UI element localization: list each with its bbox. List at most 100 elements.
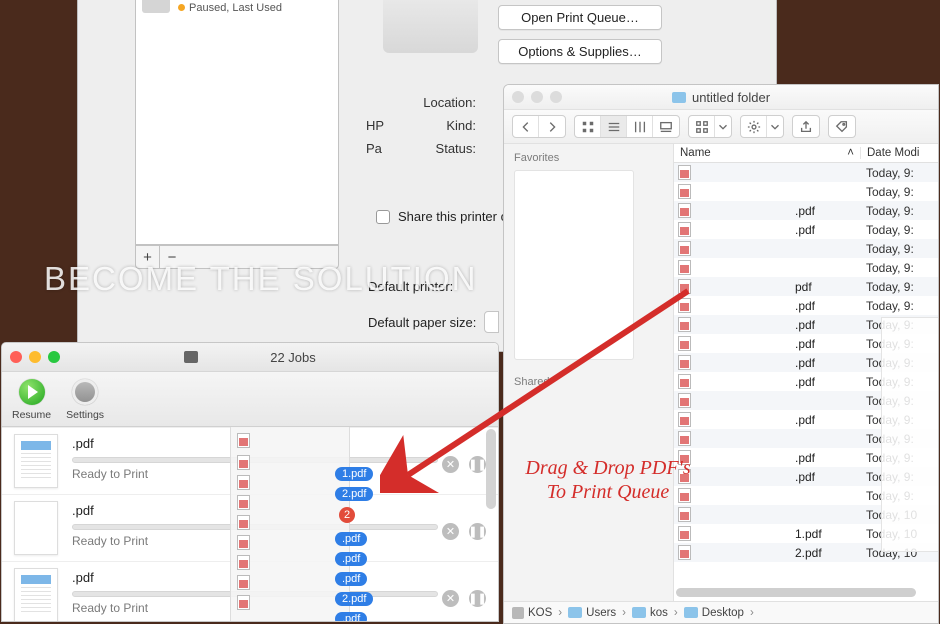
action-dropdown[interactable] xyxy=(740,115,784,138)
path-bar[interactable]: KOS Users kos Desktop xyxy=(504,601,938,623)
finder-sidebar[interactable]: Favorites Shared xyxy=(504,144,674,601)
nav-back-forward[interactable] xyxy=(512,115,566,138)
scrollbar-thumb[interactable] xyxy=(676,588,916,597)
settings-label: Settings xyxy=(66,409,104,421)
kind-label: Kind: xyxy=(446,118,476,133)
pdf-icon xyxy=(678,260,691,275)
finder-toolbar xyxy=(504,110,938,144)
folder-icon xyxy=(632,607,646,618)
pdf-icon xyxy=(678,184,691,199)
resume-label: Resume xyxy=(12,409,51,421)
cancel-job-icon[interactable]: ✕ xyxy=(442,523,459,540)
list-view-icon[interactable] xyxy=(601,116,627,137)
cancel-job-icon[interactable]: ✕ xyxy=(442,456,459,473)
file-name: .pdf xyxy=(795,356,815,370)
sidebar-section-favorites: Favorites xyxy=(514,152,663,164)
print-queue-toolbar: Resume Settings xyxy=(2,372,498,427)
share-printer-checkbox[interactable] xyxy=(376,210,390,224)
pdf-icon xyxy=(678,203,691,218)
file-row[interactable]: Today, 9: xyxy=(674,258,938,277)
file-row[interactable]: pdfToday, 9: xyxy=(674,277,938,296)
sidebar-favorites-list[interactable] xyxy=(514,170,634,360)
folder-icon xyxy=(684,607,698,618)
file-name: .pdf xyxy=(795,413,815,427)
pdf-icon xyxy=(678,222,691,237)
file-date: Today, 9: xyxy=(860,299,938,313)
file-name: .pdf xyxy=(795,204,815,218)
printer-image xyxy=(383,0,478,53)
printer-list-item[interactable]: Paused, Last Used xyxy=(142,0,332,14)
pdf-icon xyxy=(678,393,691,408)
path-segment[interactable]: Desktop xyxy=(684,607,744,619)
share-printer-row[interactable]: Share this printer o xyxy=(376,209,508,224)
pdf-icon xyxy=(678,374,691,389)
open-print-queue-button[interactable]: Open Print Queue… xyxy=(498,5,662,30)
pause-job-icon[interactable]: ❚❚ xyxy=(469,590,486,607)
file-row[interactable]: Today, 9: xyxy=(674,182,938,201)
column-date[interactable]: Date Modi xyxy=(860,147,938,159)
cancel-job-icon[interactable]: ✕ xyxy=(442,590,459,607)
options-supplies-button[interactable]: Options & Supplies… xyxy=(498,39,662,64)
pdf-icon xyxy=(678,526,691,541)
resume-button[interactable]: Resume xyxy=(12,377,51,421)
sidebar-section-shared: Shared xyxy=(514,376,663,388)
document-icon xyxy=(14,568,58,621)
pause-job-icon[interactable]: ❚❚ xyxy=(469,456,486,473)
file-row[interactable]: .pdfToday, 9: xyxy=(674,296,938,315)
back-icon[interactable] xyxy=(513,116,539,137)
remove-printer-button[interactable]: − xyxy=(160,246,184,268)
pdf-icon xyxy=(678,165,691,180)
column-view-icon[interactable] xyxy=(627,116,653,137)
view-mode-switcher[interactable] xyxy=(574,115,680,138)
finder-title-bar[interactable]: untitled folder xyxy=(504,85,938,110)
file-name: .pdf xyxy=(795,451,815,465)
printer-list[interactable]: Paused, Last Used xyxy=(135,0,339,245)
default-printer-label: Default printer: xyxy=(368,279,453,294)
file-row[interactable]: .pdf Today, 9: xyxy=(674,220,938,239)
arrange-dropdown[interactable] xyxy=(688,115,732,138)
tags-button[interactable] xyxy=(828,115,856,138)
add-printer-button[interactable]: + xyxy=(136,246,160,268)
folder-icon xyxy=(568,607,582,618)
share-printer-label: Share this printer o xyxy=(398,209,508,224)
print-queue-title-bar[interactable]: 22 Jobs xyxy=(2,343,498,372)
file-date: Today, 9: xyxy=(860,166,938,180)
gear-icon xyxy=(72,379,98,405)
file-date: Today, 9: xyxy=(860,223,938,237)
arrange-icon[interactable] xyxy=(689,116,715,137)
column-headers[interactable]: Name ˄ Date Modi xyxy=(674,144,938,163)
location-label: Location: xyxy=(423,95,476,110)
default-paper-size-select[interactable] xyxy=(484,311,499,333)
chevron-down-icon[interactable] xyxy=(715,116,731,137)
path-segment[interactable]: Users xyxy=(568,607,616,619)
forward-icon[interactable] xyxy=(539,116,565,137)
status-label: Status: xyxy=(436,141,476,156)
file-name: .pdf xyxy=(795,337,815,351)
settings-button[interactable]: Settings xyxy=(66,377,104,421)
horizontal-scrollbar[interactable] xyxy=(676,587,936,599)
finder-window: untitled folder Favorites xyxy=(503,84,939,624)
pause-job-icon[interactable]: ❚❚ xyxy=(469,523,486,540)
path-segment[interactable]: kos xyxy=(632,607,668,619)
printer-icon xyxy=(142,0,170,13)
print-queue-window: 22 Jobs Resume Settings .pdf Ready to Pr… xyxy=(1,342,499,622)
file-date: Today, 9: xyxy=(860,204,938,218)
pdf-icon xyxy=(678,507,691,522)
column-name[interactable]: Name ˄ xyxy=(674,147,860,159)
file-date: Today, 9: xyxy=(860,242,938,256)
file-name: 1.pdf xyxy=(795,527,822,541)
scrollbar-thumb[interactable] xyxy=(486,429,496,509)
coverflow-view-icon[interactable] xyxy=(653,116,679,137)
file-row[interactable]: Today, 9: xyxy=(674,239,938,258)
kind-value: HP xyxy=(366,118,384,133)
chevron-down-icon[interactable] xyxy=(767,116,783,137)
share-button[interactable] xyxy=(792,115,820,138)
file-name: .pdf xyxy=(795,223,815,237)
pdf-icon xyxy=(678,431,691,446)
file-row[interactable]: .pdf Today, 9: xyxy=(674,201,938,220)
gear-icon[interactable] xyxy=(741,116,767,137)
pdf-icon xyxy=(678,317,691,332)
path-segment[interactable]: KOS xyxy=(512,607,552,619)
icon-view-icon[interactable] xyxy=(575,116,601,137)
file-row[interactable]: Today, 9: xyxy=(674,163,938,182)
